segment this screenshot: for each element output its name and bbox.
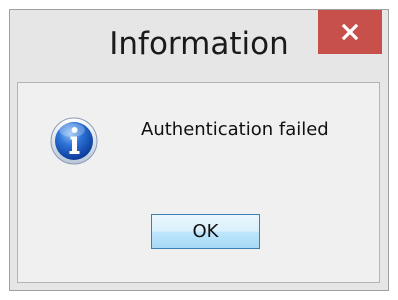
- ok-button[interactable]: OK: [151, 214, 260, 249]
- close-button[interactable]: [318, 10, 382, 54]
- dialog-message: Authentication failed: [141, 119, 329, 140]
- title-bar[interactable]: Information: [10, 10, 388, 82]
- info-dialog: Information Authentication failed OK: [9, 9, 389, 291]
- close-icon: [341, 23, 359, 41]
- ok-button-label: OK: [192, 221, 219, 242]
- info-icon: [50, 117, 98, 165]
- dialog-body: Authentication failed OK: [17, 82, 380, 283]
